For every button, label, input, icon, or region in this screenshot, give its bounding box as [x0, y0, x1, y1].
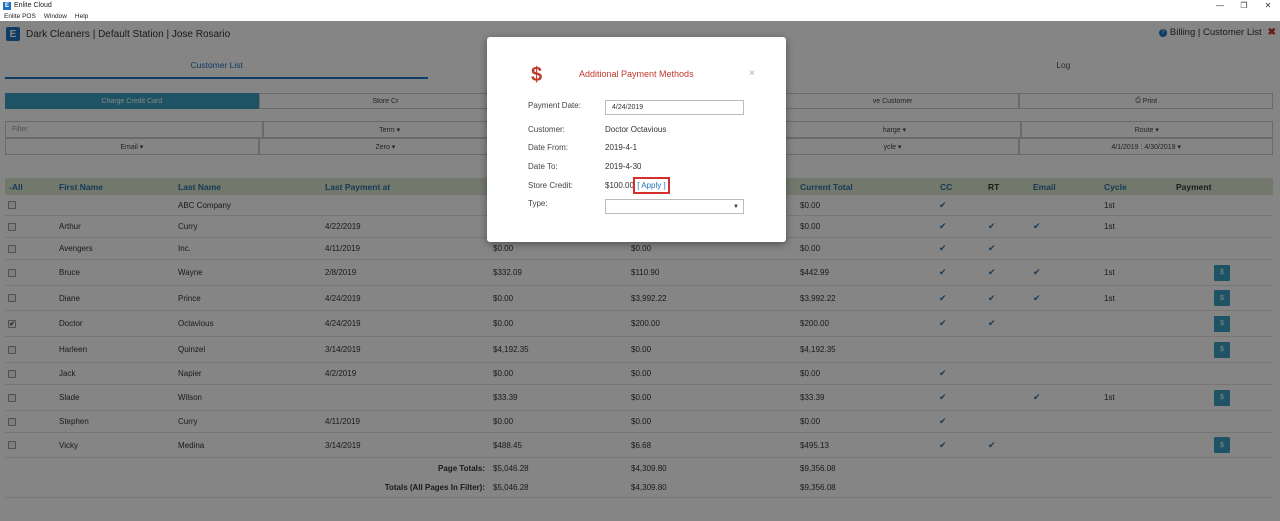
- minimize-icon[interactable]: —: [1208, 0, 1232, 11]
- payment-date-input[interactable]: 4/24/2019: [605, 100, 744, 115]
- dollar-icon: $: [531, 64, 543, 86]
- apply-store-credit-button[interactable]: [ Apply ]: [633, 177, 670, 194]
- menu-bar: Enlite POS Window Help: [0, 11, 1280, 21]
- window-controls: — ❐ ✕: [1208, 0, 1280, 11]
- type-select[interactable]: ▼: [605, 199, 744, 214]
- date-from-label: Date From:: [528, 143, 569, 152]
- customer-value: Doctor Octavious: [605, 125, 667, 134]
- type-label: Type:: [528, 199, 548, 208]
- store-credit-label: Store Credit:: [528, 181, 573, 190]
- date-to-label: Date To:: [528, 162, 558, 171]
- close-window-icon[interactable]: ✕: [1256, 0, 1280, 11]
- date-to-value: 2019-4-30: [605, 162, 642, 171]
- menu-window[interactable]: Window: [44, 13, 67, 20]
- additional-payment-methods-modal: $ Additional Payment Methods × Payment D…: [487, 37, 786, 242]
- window-titlebar: E Enlite Cloud — ❐ ✕: [0, 0, 1280, 11]
- payment-date-label: Payment Date:: [528, 101, 581, 110]
- chevron-down-icon: ▼: [733, 203, 739, 210]
- store-credit-value: $100.00: [605, 181, 634, 190]
- modal-title: Additional Payment Methods: [579, 69, 694, 79]
- app-icon: E: [3, 1, 11, 10]
- customer-label: Customer:: [528, 125, 565, 134]
- menu-enlite-pos[interactable]: Enlite POS: [4, 13, 36, 20]
- date-from-value: 2019-4-1: [605, 143, 638, 152]
- restore-icon[interactable]: ❐: [1232, 0, 1256, 11]
- menu-help[interactable]: Help: [75, 13, 88, 20]
- window-title: Enlite Cloud: [14, 2, 52, 9]
- modal-close-icon[interactable]: ×: [749, 68, 755, 79]
